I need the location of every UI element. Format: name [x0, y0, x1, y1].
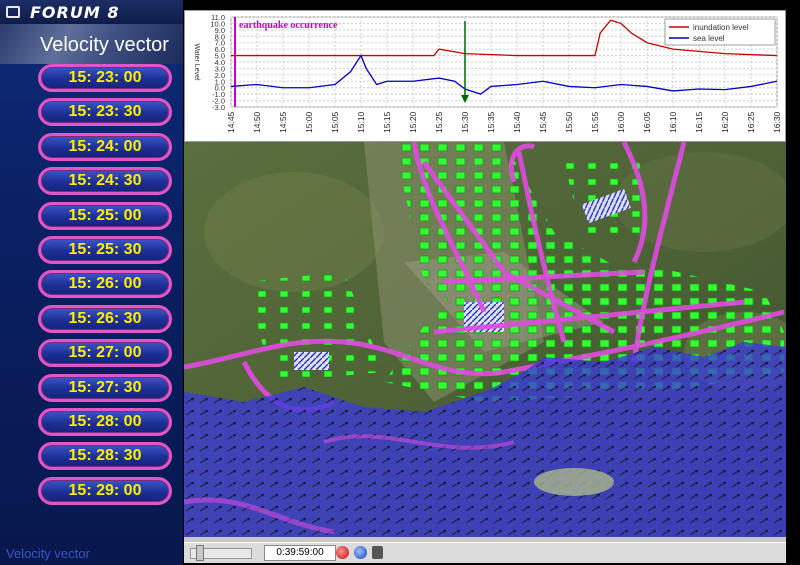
- record-icon[interactable]: [336, 546, 349, 559]
- x-tick-label: 16:00: [616, 111, 626, 133]
- time-button[interactable]: 15: 29: 00: [38, 476, 172, 505]
- time-button[interactable]: 15: 24: 30: [38, 167, 172, 196]
- time-button[interactable]: 15: 23: 30: [38, 98, 172, 127]
- chart-svg: 11.010.09.08.07.06.05.04.03.02.01.00.0-1…: [193, 13, 782, 133]
- time-button[interactable]: 15: 24: 00: [38, 132, 172, 161]
- water-level-chart: 11.0 10.0 9.0 8.0 7.0 6.0 5.0 4.0 3.0 2.0 1.0 0.0 -1…: [184, 10, 786, 142]
- cube-logo-icon: [6, 6, 20, 18]
- time-button[interactable]: 15: 23: 00: [38, 64, 172, 92]
- info-icon[interactable]: [354, 546, 367, 559]
- legend-label: inundation level: [693, 23, 749, 32]
- x-tick-label: 16:25: [746, 111, 756, 133]
- y-tick-label: -3.0: [212, 103, 225, 112]
- x-tick-label: 15:00: [304, 111, 314, 133]
- hatched-building: [294, 352, 329, 370]
- brand-logo: FORUM 8: [30, 3, 120, 22]
- x-tick-label: 15:10: [356, 111, 366, 133]
- x-tick-label: 15:05: [330, 111, 340, 133]
- logo-bar: FORUM 8: [0, 0, 183, 24]
- x-tick-label: 15:50: [564, 111, 574, 133]
- time-button[interactable]: 15: 26: 30: [38, 304, 172, 333]
- x-tick-label: 16:10: [668, 111, 678, 133]
- time-display: 0:39:59:00: [264, 545, 336, 561]
- x-tick-label: 14:45: [226, 111, 236, 133]
- x-tick-label: 16:15: [694, 111, 704, 133]
- x-tick-label: 14:50: [252, 111, 262, 133]
- time-button[interactable]: 15: 28: 30: [38, 442, 172, 471]
- x-tick-label: 14:55: [278, 111, 288, 133]
- y-axis-label: Water Level: [193, 43, 200, 81]
- x-tick-label: 15:40: [512, 111, 522, 133]
- x-tick-label: 15:55: [590, 111, 600, 133]
- x-tick-label: 15:30: [460, 111, 470, 133]
- x-tick-label: 16:20: [720, 111, 730, 133]
- sidebar: FORUM 8 Velocity vector 15: 23: 00 15: 23…: [0, 0, 183, 565]
- x-tick-label: 16:05: [642, 111, 652, 133]
- earthquake-annotation: earthquake occurrence: [239, 20, 338, 31]
- time-button[interactable]: 15: 27: 30: [38, 373, 172, 402]
- time-button[interactable]: 15: 28: 00: [38, 408, 172, 436]
- x-tick-label: 15:45: [538, 111, 548, 133]
- time-button[interactable]: 15: 25: 30: [38, 236, 172, 264]
- map-view[interactable]: [184, 142, 786, 542]
- time-button[interactable]: 15: 26: 00: [38, 270, 172, 299]
- playback-bar: 0:39:59:00: [184, 542, 786, 563]
- time-slider-handle[interactable]: [196, 545, 204, 561]
- footer-label: Velocity vector: [6, 546, 90, 561]
- x-tick-label: 15:25: [434, 111, 444, 133]
- x-tick-label: 16:30: [772, 111, 782, 133]
- x-tick-label: 15:20: [408, 111, 418, 133]
- legend-label: sea level: [693, 34, 725, 43]
- x-tick-label: 15:15: [382, 111, 392, 133]
- time-button[interactable]: 15: 27: 00: [38, 339, 172, 368]
- map-svg: [184, 142, 786, 542]
- time-button[interactable]: 15: 25: 00: [38, 201, 172, 230]
- x-tick-label: 15:35: [486, 111, 496, 133]
- page-title: Velocity vector: [40, 34, 169, 56]
- camera-icon[interactable]: [372, 546, 383, 559]
